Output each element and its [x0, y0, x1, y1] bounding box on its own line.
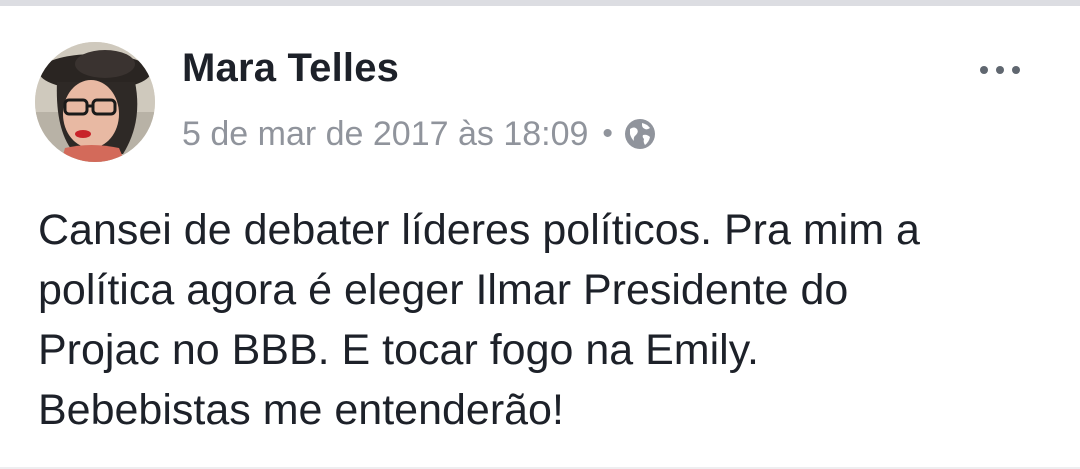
more-options-button[interactable] [968, 50, 1032, 90]
post-timestamp[interactable]: 5 de mar de 2017 às 18:09 [182, 115, 588, 154]
author-name[interactable]: Mara Telles [182, 46, 399, 91]
avatar-photo [35, 42, 155, 162]
facebook-post-card: Mara Telles 5 de mar de 2017 às 18:09 • … [0, 0, 1080, 469]
ellipsis-icon [980, 66, 988, 74]
post-text-line: Projac no BBB. E tocar fogo na Emily. [38, 326, 759, 374]
meta-separator: • [602, 117, 613, 150]
post-meta: 5 de mar de 2017 às 18:09 • [182, 112, 657, 156]
globe-icon[interactable] [623, 117, 657, 151]
post-body-text: Cansei de debater líderes políticos. Pra… [38, 200, 1048, 440]
post-text-line: Bebebistas me entenderão! [38, 386, 564, 434]
top-divider [0, 0, 1080, 6]
ellipsis-dot [996, 66, 1004, 74]
post-text-line: política agora é eleger Ilmar Presidente… [38, 266, 849, 314]
post-text-line: Cansei de debater líderes políticos. Pra… [38, 206, 920, 254]
ellipsis-dot [1012, 66, 1020, 74]
avatar[interactable] [35, 42, 155, 162]
